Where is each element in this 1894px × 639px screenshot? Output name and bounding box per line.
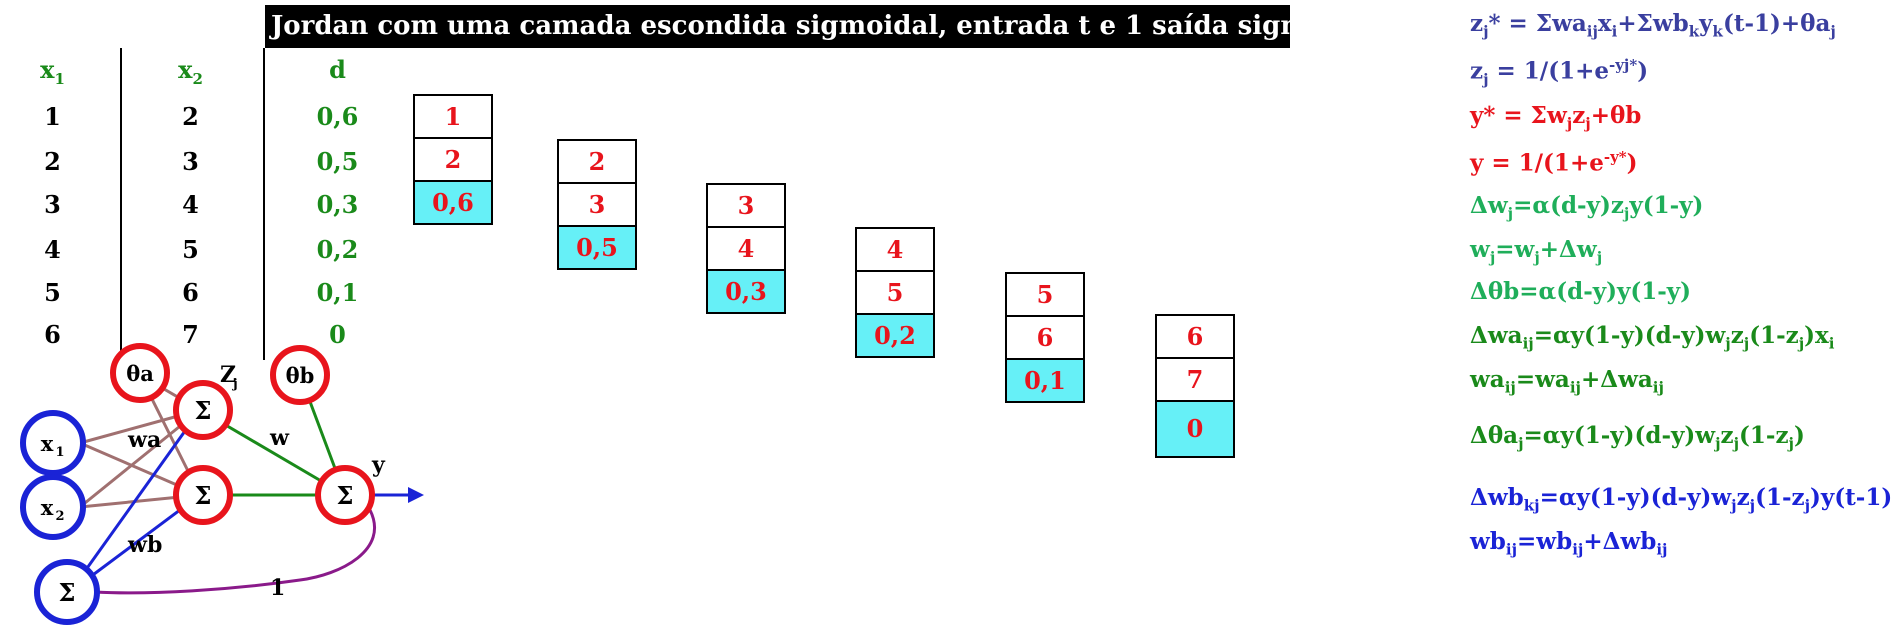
table-cell-x1: 1 [44, 102, 61, 131]
input-node-x2-label: x [41, 495, 54, 520]
stack-1-input-b: 2 [413, 137, 493, 182]
header-x2: x2 [178, 55, 203, 88]
formula-y-star: y* = Σwjzj+θb [1470, 102, 1642, 133]
stack-2-target: 0,5 [557, 225, 637, 270]
stack-1-target: 0,6 [413, 180, 493, 225]
input-node-x2-sub: 2 [55, 509, 64, 524]
formula-delta-wa: Δwaij=αy(1-y)(d-y)wjzj(1-zj)xi [1470, 322, 1835, 353]
table-divider-1 [120, 48, 122, 360]
table-cell-d: 0,3 [316, 190, 359, 219]
table-cell-d: 0,5 [316, 147, 359, 176]
stack-6-input-b: 7 [1155, 357, 1235, 402]
stack-2-input-b: 3 [557, 182, 637, 227]
theta-a-label: θa [126, 361, 154, 386]
zj-sub: j [232, 377, 238, 392]
formula-zj: zj = 1/(1+e-yj*) [1470, 56, 1649, 89]
table-cell-d: 0,6 [316, 102, 359, 131]
stack-6-target: 0 [1155, 400, 1235, 458]
table-cell-x1: 2 [44, 147, 61, 176]
stack-5-input-a: 5 [1005, 272, 1085, 317]
input-node-x1-sub: 1 [55, 445, 64, 460]
stack-3-input-b: 4 [706, 226, 786, 271]
formula-delta-wj: Δwj=α(d-y)zjy(1-y) [1470, 192, 1704, 223]
formula-delta-theta-b: Δθb=α(d-y)y(1-y) [1470, 278, 1692, 305]
hidden-node-2-label: Σ [195, 481, 212, 510]
formula-zj-star: zj* = Σwaijxi+Σwbkyk(t-1)+θaj [1470, 10, 1836, 41]
stack-4-input-a: 4 [855, 227, 935, 272]
formula-wj-update: wj=wj+Δwj [1470, 236, 1603, 267]
formula-delta-wb: Δwbkj=αy(1-y)(d-y)wjzj(1-zj)y(t-1) [1470, 484, 1893, 515]
stack-4-input-b: 5 [855, 270, 935, 315]
formula-delta-theta-a: Δθaj=αy(1-y)(d-y)wjzj(1-zj) [1470, 422, 1805, 453]
table-cell-x1: 3 [44, 190, 61, 219]
stack-2-input-a: 2 [557, 139, 637, 184]
stack-3-target: 0,3 [706, 269, 786, 314]
table-cell-x2: 6 [182, 278, 199, 307]
table-cell-d: 0,1 [316, 278, 359, 307]
table-cell-x2: 3 [182, 147, 199, 176]
feedback-label: 1 [270, 575, 285, 601]
slide-title: Jordan com uma camada escondida sigmoida… [265, 5, 1380, 48]
context-node-label: Σ [59, 578, 76, 607]
stack-3-input-a: 3 [706, 183, 786, 228]
w-label: w [269, 425, 290, 451]
formula-wa-update: waij=waij+Δwaij [1470, 366, 1664, 397]
stack-5-target: 0,1 [1005, 358, 1085, 403]
table-divider-2 [263, 48, 265, 360]
table-cell-x2: 5 [182, 235, 199, 264]
formula-wb-update: wbij=wbij+Δwbij [1470, 528, 1668, 559]
stack-1-input-a: 1 [413, 94, 493, 139]
output-arrow-head [408, 487, 424, 503]
table-cell-x2: 4 [182, 190, 199, 219]
table-cell-x2: 2 [182, 102, 199, 131]
theta-b-label: θb [286, 363, 315, 388]
input-node-x1-label: x [41, 431, 54, 456]
stack-5-input-b: 6 [1005, 315, 1085, 360]
stack-6-input-a: 6 [1155, 314, 1235, 359]
wa-label: wa [127, 427, 161, 453]
table-cell-x1: 5 [44, 278, 61, 307]
jordan-network: θa θb Σ Σ Σ x 1 x 2 Σ Z j wa w wb y 1 [20, 343, 424, 625]
y-label: y [371, 452, 386, 478]
table-cell-x1: 4 [44, 235, 61, 264]
header-d: d [329, 55, 346, 84]
table-cell-d: 0,2 [316, 235, 359, 264]
hidden-node-1-label: Σ [195, 396, 212, 425]
output-node-label: Σ [337, 481, 354, 510]
header-x1: x1 [40, 55, 65, 88]
formula-y: y = 1/(1+e-y*) [1470, 148, 1638, 177]
wb-label: wb [127, 532, 162, 558]
stack-4-target: 0,2 [855, 313, 935, 358]
